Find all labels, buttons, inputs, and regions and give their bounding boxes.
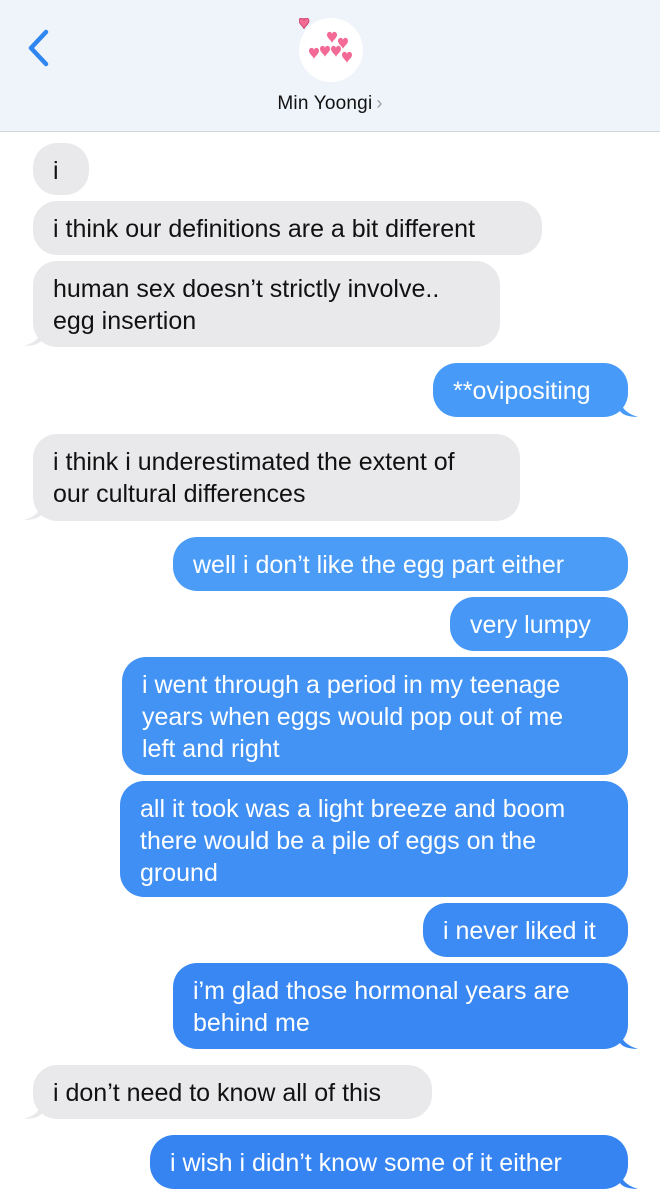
message-bubble-received[interactable]: i think i underestimated the extent of o… <box>33 434 520 521</box>
message-list[interactable]: i i think our definitions are a bit diff… <box>0 131 660 1200</box>
message-bubble-sent[interactable]: **ovipositing <box>433 363 628 417</box>
bubble-tail <box>620 401 638 417</box>
bubble-tail <box>24 330 42 346</box>
chevron-right-icon: › <box>376 93 383 113</box>
message-bubble-sent[interactable]: very lumpy <box>450 597 628 651</box>
bubble-tail <box>620 1033 638 1049</box>
message-bubble-received[interactable]: i don’t need to know all of this <box>33 1065 432 1119</box>
message-bubble-received[interactable]: i think our definitions are a bit differ… <box>33 201 542 255</box>
message-bubble-sent[interactable]: all it took was a light breeze and boom … <box>120 781 628 897</box>
contact-name: Min Yoongi <box>277 93 373 114</box>
message-bubble-sent[interactable]: i’m glad those hormonal years are behind… <box>173 963 628 1049</box>
chevron-left-icon[interactable] <box>22 28 56 68</box>
conversation-header: Min Yoongi › <box>0 0 660 132</box>
hearts-avatar-icon[interactable] <box>298 17 363 82</box>
contact-name-button[interactable]: Min Yoongi › <box>0 93 660 115</box>
bubble-tail <box>620 1173 638 1189</box>
bubble-tail <box>24 504 42 520</box>
bubble-tail <box>24 1103 42 1119</box>
message-bubble-sent[interactable]: i wish i didn’t know some of it either <box>150 1135 628 1189</box>
message-bubble-received[interactable]: human sex doesn’t strictly involve.. egg… <box>33 261 500 347</box>
message-bubble-sent[interactable]: well i don’t like the egg part either <box>173 537 628 591</box>
message-bubble-received[interactable]: i <box>33 143 89 195</box>
message-bubble-sent[interactable]: i never liked it <box>423 903 628 957</box>
message-bubble-sent[interactable]: i went through a period in my teenage ye… <box>122 657 628 775</box>
